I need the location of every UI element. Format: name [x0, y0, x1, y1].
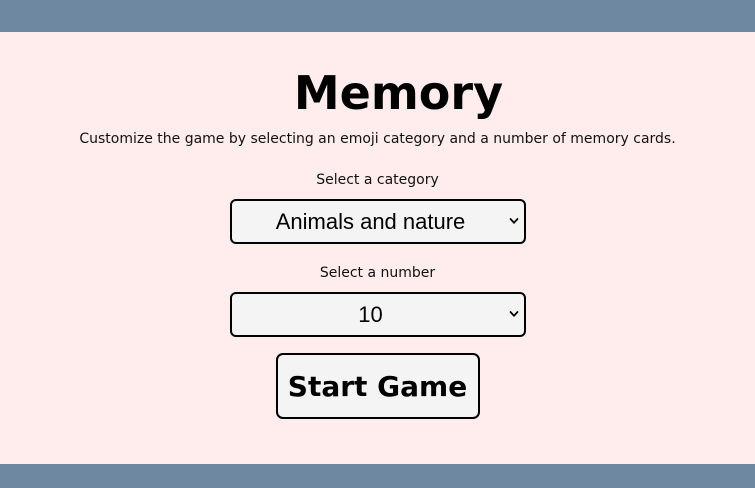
number-select-value: 10 — [358, 301, 383, 327]
category-label: Select a category — [316, 172, 439, 188]
page-title: Memory — [293, 66, 504, 120]
bottom-bar — [0, 464, 755, 488]
start-game-button[interactable]: Start Game — [275, 353, 480, 419]
category-select[interactable]: Animals and nature — [229, 199, 526, 244]
category-select-value: Animals and nature — [275, 208, 466, 234]
chevron-down-icon — [509, 217, 518, 224]
top-bar — [0, 0, 755, 32]
intro-text: Customize the game by selecting an emoji… — [79, 131, 676, 147]
main-content: Memory Customize the game by selecting a… — [0, 32, 755, 464]
chevron-down-icon — [509, 310, 518, 317]
number-select[interactable]: 10 — [229, 292, 526, 337]
number-label: Select a number — [319, 265, 436, 281]
